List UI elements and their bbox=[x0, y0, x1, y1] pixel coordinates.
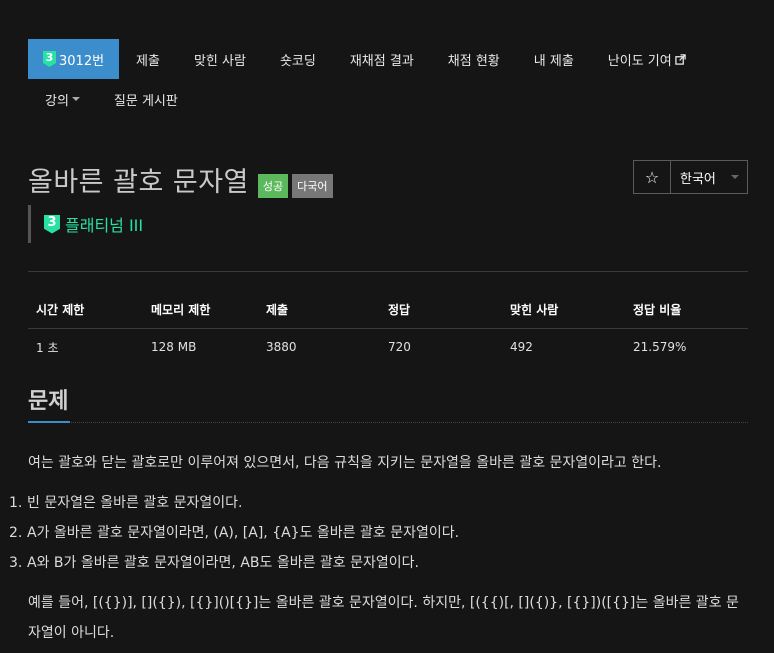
header-submissions: 제출 bbox=[258, 292, 380, 329]
header-accepted: 정답 bbox=[380, 292, 502, 329]
star-button[interactable]: ☆ bbox=[633, 160, 671, 194]
header-time-limit: 시간 제한 bbox=[28, 292, 143, 329]
tier-line: 3 플래티넘 III bbox=[28, 205, 143, 243]
tier-name[interactable]: 플래티넘 III bbox=[65, 212, 143, 236]
list-item: 2. A가 올바른 괄호 문자열이라면, (A), [A], {A}도 올바른 … bbox=[0, 518, 774, 548]
problem-nav-row1: 3 3012번 제출 맞힌 사람 숏코딩 재채점 결과 채점 현황 내 제출 난… bbox=[28, 39, 748, 79]
problem-intro: 여는 괄호와 닫는 괄호로만 이루어져 있으면서, 다음 규칙을 지키는 문자열… bbox=[28, 455, 662, 471]
problem-info-table: 시간 제한 메모리 제한 제출 정답 맞힌 사람 정답 비율 1 초 128 M… bbox=[28, 292, 748, 366]
title-row: 올바른 괄호 문자열 성공 다국어 bbox=[28, 160, 333, 199]
problem-nav-row2: 강의 질문 게시판 bbox=[28, 79, 748, 119]
status-badge-success: 성공 bbox=[257, 173, 289, 198]
page-title: 올바른 괄호 문자열 bbox=[28, 167, 249, 198]
tab-lectures-label: 강의 bbox=[45, 93, 69, 109]
section-title: 문제 bbox=[28, 383, 71, 423]
language-select[interactable]: 한국어 bbox=[671, 160, 748, 194]
value-accepted: 720 bbox=[388, 340, 411, 355]
tier-badge-icon: 3 bbox=[43, 51, 56, 67]
external-link-icon bbox=[674, 53, 686, 65]
value-time-limit: 1 초 bbox=[36, 340, 59, 355]
tab-qna-board[interactable]: 질문 게시판 bbox=[97, 90, 195, 109]
table-header-row: 시간 제한 메모리 제한 제출 정답 맞힌 사람 정답 비율 bbox=[28, 292, 748, 329]
chevron-down-icon bbox=[731, 175, 739, 179]
section-header: 문제 bbox=[28, 383, 748, 423]
header-solved-users: 맞힌 사람 bbox=[502, 292, 625, 329]
value-accept-ratio: 21.579% bbox=[633, 340, 687, 355]
page: 3 3012번 제출 맞힌 사람 숏코딩 재채점 결과 채점 현황 내 제출 난… bbox=[0, 0, 774, 653]
language-select-value: 한국어 bbox=[680, 171, 716, 187]
tab-short-coding[interactable]: 숏코딩 bbox=[263, 39, 333, 79]
tab-lectures[interactable]: 강의 bbox=[28, 90, 97, 109]
problem-nav: 3 3012번 제출 맞힌 사람 숏코딩 재채점 결과 채점 현황 내 제출 난… bbox=[28, 39, 748, 119]
header-accept-ratio: 정답 비율 bbox=[625, 292, 748, 329]
rules-list: 1. 빈 문자열은 올바른 괄호 문자열이다. 2. A가 올바른 괄호 문자열… bbox=[0, 488, 774, 578]
divider bbox=[28, 271, 748, 272]
list-item: 1. 빈 문자열은 올바른 괄호 문자열이다. bbox=[0, 488, 774, 518]
tier-badge-icon: 3 bbox=[44, 214, 60, 234]
list-item-number: 2. bbox=[9, 525, 23, 541]
table-row: 1 초 128 MB 3880 720 492 21.579% bbox=[28, 328, 748, 366]
value-submissions: 3880 bbox=[266, 340, 297, 355]
problem-example: 예를 들어, [({})], []({}), [{}]()[{}]는 올바른 괄… bbox=[28, 595, 739, 641]
tab-difficulty-label: 난이도 기여 bbox=[607, 53, 672, 69]
list-item-number: 1. bbox=[9, 495, 23, 511]
list-item: 3. A와 B가 올바른 괄호 문자열이라면, AB도 올바른 괄호 문자열이다… bbox=[0, 548, 774, 578]
problem-description: 여는 괄호와 닫는 괄호로만 이루어져 있으면서, 다음 규칙을 지키는 문자열… bbox=[0, 448, 774, 648]
tab-solved-users[interactable]: 맞힌 사람 bbox=[177, 39, 263, 79]
tab-rejudge-results[interactable]: 재채점 결과 bbox=[333, 39, 431, 79]
list-item-text: 빈 문자열은 올바른 괄호 문자열이다. bbox=[27, 495, 243, 511]
header-memory-limit: 메모리 제한 bbox=[143, 292, 258, 329]
tab-my-submissions[interactable]: 내 제출 bbox=[517, 39, 591, 79]
tab-submit[interactable]: 제출 bbox=[119, 39, 177, 79]
star-icon: ☆ bbox=[644, 167, 660, 187]
title-tools: ☆ 한국어 bbox=[633, 160, 748, 194]
list-item-text: A가 올바른 괄호 문자열이라면, (A), [A], {A}도 올바른 괄호 … bbox=[27, 525, 460, 541]
value-solved-users: 492 bbox=[510, 340, 533, 355]
value-memory-limit: 128 MB bbox=[151, 340, 197, 355]
status-badge-multilang[interactable]: 다국어 bbox=[292, 173, 333, 198]
chevron-down-icon bbox=[71, 97, 80, 101]
tab-problem-label: 3012번 bbox=[59, 53, 105, 69]
tab-difficulty-contribution[interactable]: 난이도 기여 bbox=[591, 39, 703, 79]
list-item-number: 3. bbox=[9, 555, 23, 571]
tab-judge-status[interactable]: 채점 현황 bbox=[431, 39, 517, 79]
tab-problem[interactable]: 3 3012번 bbox=[28, 39, 120, 79]
list-item-text: A와 B가 올바른 괄호 문자열이라면, AB도 올바른 괄호 문자열이다. bbox=[27, 555, 419, 571]
